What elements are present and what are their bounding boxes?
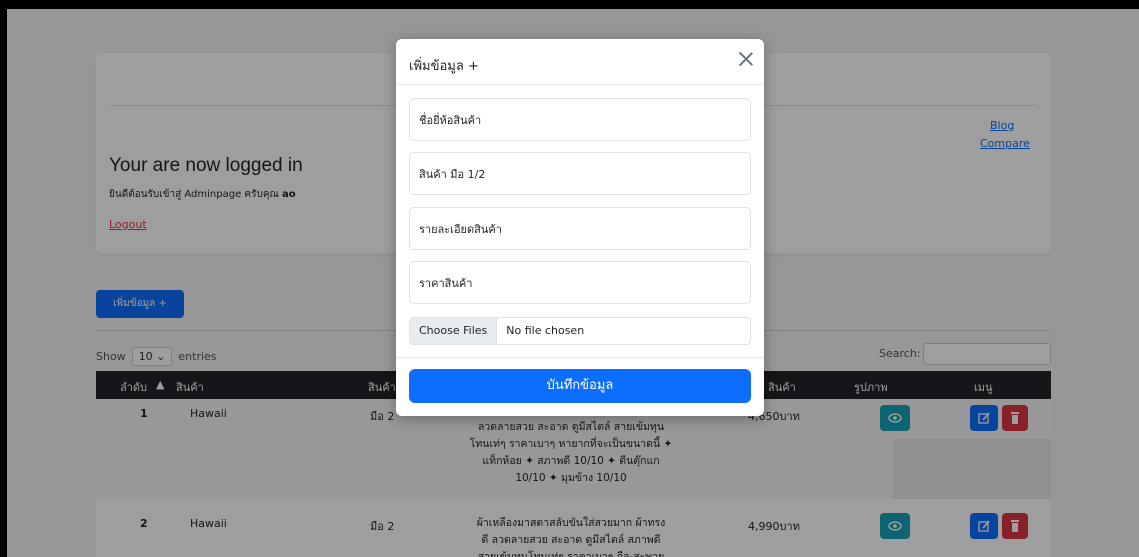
- close-icon[interactable]: [738, 51, 754, 67]
- modal-title: เพิ่มข้อมูล +: [409, 59, 479, 74]
- modal-footer-divider: [396, 357, 764, 358]
- price-input[interactable]: ราคาสินค้า: [409, 261, 751, 304]
- brand-input[interactable]: ชื่อยี่ห้อสินค้า: [409, 98, 751, 141]
- browser-viewport: Your are now logged in ยินดีต้อนรับเข้าส…: [7, 9, 1139, 557]
- add-data-modal: เพิ่มข้อมูล + ชื่อยี่ห้อสินค้า สินค้า มื…: [396, 39, 764, 416]
- modal-header: เพิ่มข้อมูล +: [396, 39, 764, 85]
- condition-input[interactable]: สินค้า มือ 1/2: [409, 152, 751, 195]
- detail-input[interactable]: รายละเอียดสินค้า: [409, 207, 751, 250]
- save-button[interactable]: บันทึกข้อมูล: [409, 369, 751, 403]
- file-input[interactable]: Choose Files No file chosen: [409, 317, 751, 345]
- file-status: No file chosen: [506, 324, 585, 337]
- choose-files-button[interactable]: Choose Files: [410, 318, 498, 344]
